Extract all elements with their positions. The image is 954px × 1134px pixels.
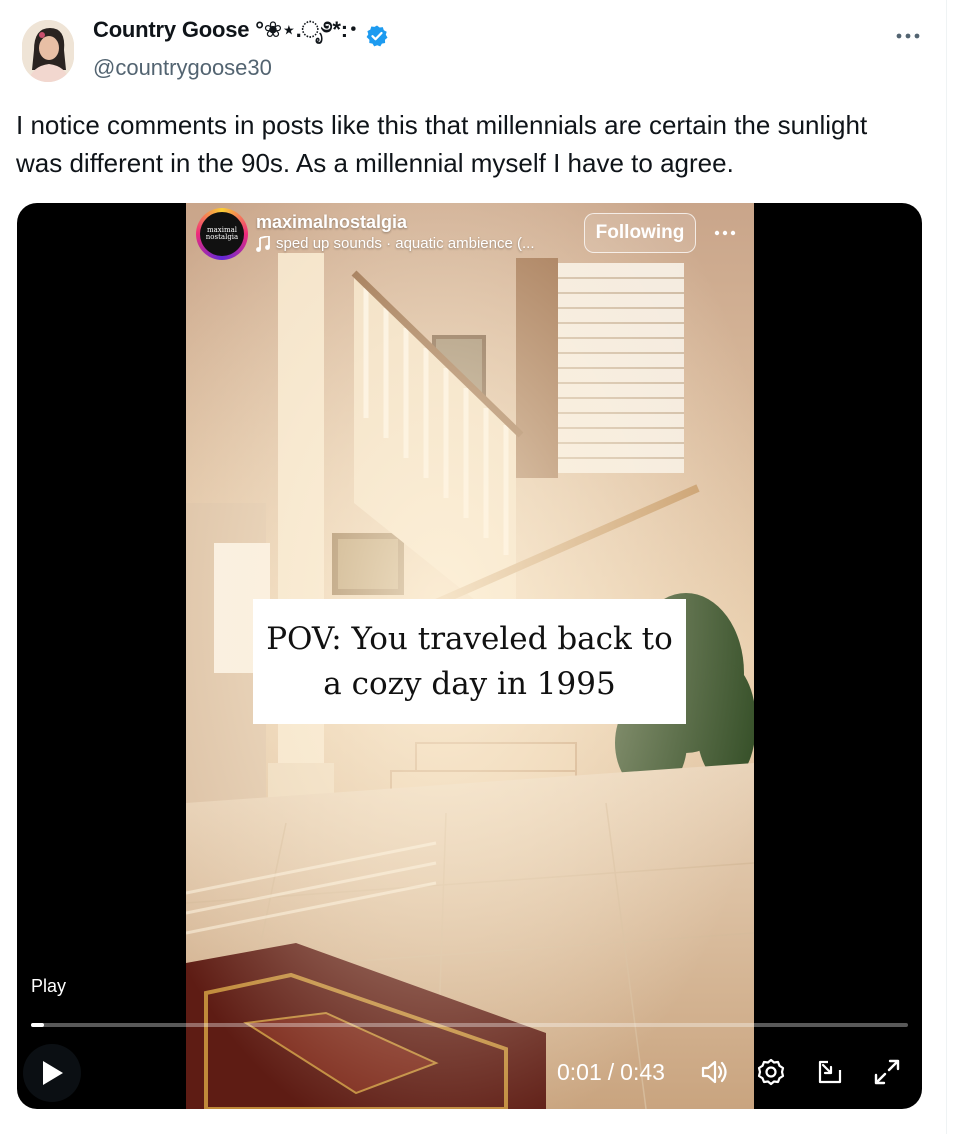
fullscreen-icon[interactable] (871, 1056, 903, 1088)
play-button[interactable] (23, 1044, 81, 1102)
video-caption-line-2: a cozy day in 1995 (323, 665, 616, 702)
author-avatar[interactable] (22, 20, 74, 82)
pip-icon[interactable] (814, 1056, 846, 1088)
ig-avatar-logo: maximal nostalgia (200, 212, 244, 256)
author-handle[interactable]: @countrygoose30 (93, 55, 272, 81)
video-frame[interactable]: maximal nostalgia maximalnostalgia sped … (186, 203, 754, 1109)
total-duration: 0:43 (620, 1059, 665, 1085)
video-caption-box: POV: You traveled back to a cozy day in … (253, 599, 686, 724)
progress-fill (31, 1023, 45, 1027)
ig-audio-label: sped up sounds · aquatic ambience (... (276, 235, 535, 252)
ig-more-icon[interactable] (712, 223, 738, 243)
ig-profile-avatar[interactable]: maximal nostalgia (196, 208, 248, 260)
settings-icon[interactable] (755, 1056, 787, 1088)
tweet-text: I notice comments in posts like this tha… (16, 110, 868, 178)
play-icon (43, 1061, 63, 1085)
video-player[interactable]: maximal nostalgia maximalnostalgia sped … (17, 203, 922, 1109)
play-tooltip: Play (31, 976, 67, 996)
progress-bar[interactable] (31, 1023, 908, 1027)
ig-following-button[interactable]: Following (584, 213, 696, 253)
music-note-icon (256, 235, 270, 252)
ig-username[interactable]: maximalnostalgia (256, 212, 407, 233)
verified-badge-icon (365, 24, 389, 48)
timeline-border (946, 0, 947, 1134)
video-caption-line-1: POV: You traveled back to (266, 620, 673, 657)
more-icon[interactable] (893, 24, 923, 48)
volume-icon[interactable] (698, 1056, 730, 1088)
elapsed-time: 0:01 (557, 1059, 602, 1085)
video-time: 0:01 / 0:43 (557, 1059, 665, 1086)
author-name-row: Country Goose °❀⋆.ೃ࿔*:･ (93, 17, 389, 52)
time-separator: / (607, 1059, 615, 1085)
ig-audio-row[interactable]: sped up sounds · aquatic ambience (... (256, 235, 535, 252)
